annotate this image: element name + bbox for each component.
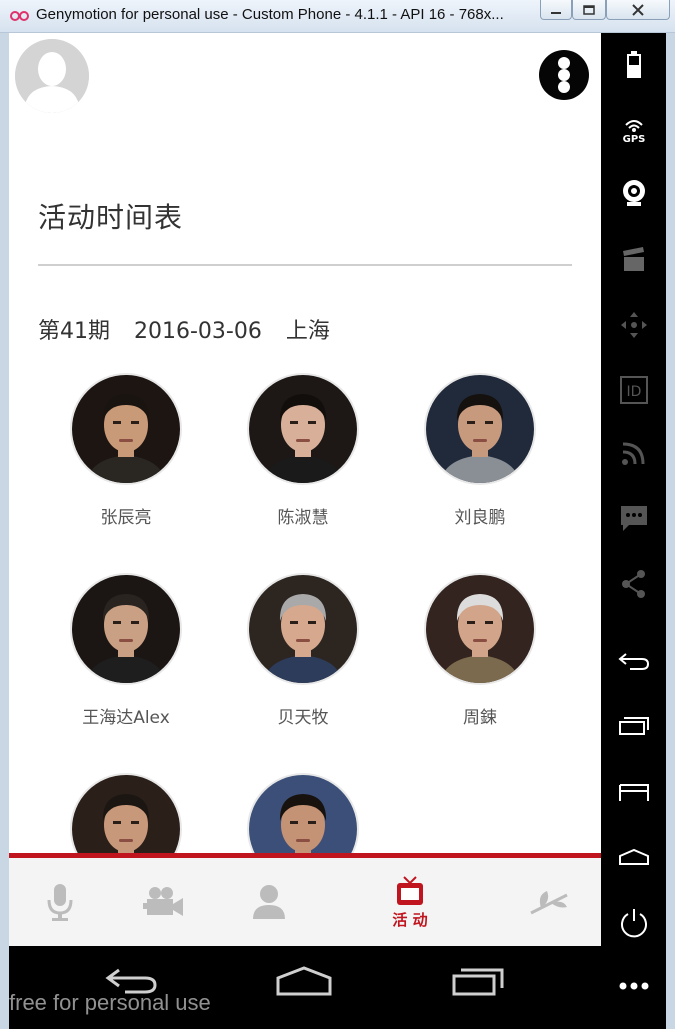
speaker-portrait-icon bbox=[249, 575, 357, 683]
speaker-card[interactable]: 王海达Alex bbox=[56, 575, 196, 728]
speaker-name: 刘良鹏 bbox=[454, 508, 506, 528]
sidebar-recent-apps[interactable] bbox=[601, 715, 666, 737]
sidebar-webcam[interactable] bbox=[601, 178, 666, 208]
gps-icon: GPS bbox=[622, 120, 645, 143]
event-city: 上海 bbox=[285, 319, 330, 344]
watermark-text: free for personal use bbox=[9, 990, 211, 1015]
default-user-icon bbox=[15, 39, 89, 113]
recent-apps-icon bbox=[618, 717, 649, 735]
more-icon bbox=[619, 982, 648, 990]
close-icon bbox=[632, 3, 644, 16]
window-title: Genymotion for personal use - Custom Pho… bbox=[36, 6, 504, 23]
title-divider bbox=[38, 264, 572, 266]
overflow-menu-button[interactable] bbox=[539, 50, 589, 100]
speaker-card[interactable]: 贝天牧 bbox=[233, 575, 373, 728]
sms-icon bbox=[620, 506, 647, 531]
sidebar-network[interactable] bbox=[601, 439, 666, 467]
speaker-portrait-icon bbox=[249, 375, 357, 483]
sidebar-share[interactable] bbox=[601, 569, 666, 599]
tab-video[interactable] bbox=[119, 858, 209, 946]
sidebar-battery[interactable] bbox=[601, 51, 666, 79]
bottom-tab-bar: 活 动 bbox=[9, 853, 601, 946]
window-frame-left bbox=[0, 33, 9, 1029]
window-frame-right bbox=[666, 33, 675, 1029]
rss-icon bbox=[621, 442, 644, 465]
speaker-photo bbox=[72, 575, 180, 683]
minimize-button[interactable] bbox=[540, 0, 572, 20]
power-icon bbox=[620, 909, 647, 938]
speaker-card[interactable]: 陈淑慧 bbox=[233, 375, 373, 528]
speaker-photo bbox=[249, 575, 357, 683]
gps-label: GPS bbox=[622, 134, 645, 143]
user-avatar[interactable] bbox=[15, 39, 89, 113]
window-titlebar: Genymotion for personal use - Custom Pho… bbox=[0, 0, 675, 33]
sidebar-back[interactable] bbox=[601, 651, 666, 673]
speaker-name: 周鋉 bbox=[463, 708, 497, 728]
sidebar-more[interactable] bbox=[601, 981, 666, 991]
menu-dot-icon bbox=[558, 57, 570, 69]
sidebar-capture[interactable] bbox=[601, 245, 666, 273]
menu-dot-icon bbox=[558, 69, 570, 81]
phone-screen: 活动时间表 第41期 2016-03-06 上海 张辰亮 陈淑慧 刘良鹏王海达Alex 贝… bbox=[9, 33, 601, 946]
menu-dot-icon bbox=[558, 81, 570, 93]
sidebar-home[interactable] bbox=[601, 847, 666, 867]
plant-icon bbox=[530, 891, 568, 915]
speaker-portrait-icon bbox=[72, 575, 180, 683]
sidebar-sms[interactable] bbox=[601, 503, 666, 533]
share-icon bbox=[621, 570, 645, 598]
sidebar-menu[interactable] bbox=[601, 783, 666, 803]
tv-icon bbox=[397, 875, 423, 905]
speaker-portrait-icon bbox=[426, 375, 534, 483]
speaker-name: 王海达Alex bbox=[82, 708, 170, 728]
clapperboard-icon bbox=[622, 247, 644, 271]
home-icon bbox=[618, 848, 649, 865]
back-icon bbox=[617, 653, 649, 670]
tab-events-label: 活 动 bbox=[392, 910, 428, 929]
dpad-icon bbox=[620, 312, 647, 338]
tab-person[interactable] bbox=[224, 858, 314, 946]
speaker-portrait-icon bbox=[72, 375, 180, 483]
nav-home-button[interactable] bbox=[275, 964, 333, 1002]
speaker-portrait-icon bbox=[426, 575, 534, 683]
page-title: 活动时间表 bbox=[38, 201, 184, 234]
sidebar-dpad[interactable] bbox=[601, 309, 666, 341]
speaker-name: 陈淑慧 bbox=[277, 508, 329, 528]
speaker-name: 张辰亮 bbox=[100, 508, 152, 528]
person-icon bbox=[253, 885, 285, 919]
event-header: 第41期 2016-03-06 上海 bbox=[38, 313, 354, 345]
genymotion-logo-icon bbox=[10, 11, 29, 21]
emulator-sidebar: GPS ID bbox=[601, 33, 666, 1029]
nav-recent-button[interactable] bbox=[451, 964, 505, 1002]
menu-icon bbox=[618, 784, 649, 801]
id-label: ID bbox=[626, 384, 641, 400]
speaker-card[interactable]: 刘良鹏 bbox=[410, 375, 550, 528]
android-nav-bar bbox=[9, 946, 601, 1029]
video-camera-icon bbox=[143, 887, 183, 916]
close-button[interactable] bbox=[606, 0, 670, 20]
event-issue: 第41期 bbox=[38, 319, 110, 344]
tab-mic[interactable] bbox=[15, 858, 105, 946]
speaker-photo bbox=[72, 375, 180, 483]
speaker-card[interactable]: 张辰亮 bbox=[56, 375, 196, 528]
id-icon: ID bbox=[619, 376, 648, 404]
home-icon bbox=[276, 966, 332, 996]
maximize-icon bbox=[583, 4, 595, 15]
maximize-button[interactable] bbox=[572, 0, 606, 20]
sidebar-power[interactable] bbox=[601, 907, 666, 939]
speaker-photo bbox=[426, 375, 534, 483]
speaker-card[interactable]: 周鋉 bbox=[410, 575, 550, 728]
speaker-photo bbox=[249, 375, 357, 483]
microphone-icon bbox=[47, 884, 73, 921]
recent-apps-icon bbox=[452, 968, 504, 996]
battery-icon bbox=[626, 51, 641, 78]
sidebar-device-id[interactable]: ID bbox=[601, 375, 666, 405]
tab-more[interactable] bbox=[504, 858, 594, 946]
speaker-photo bbox=[426, 575, 534, 683]
sidebar-gps[interactable]: GPS bbox=[601, 117, 666, 143]
webcam-icon bbox=[622, 180, 645, 206]
tab-events[interactable]: 活 动 bbox=[365, 858, 455, 946]
event-date: 2016-03-06 bbox=[134, 319, 262, 344]
speaker-name: 贝天牧 bbox=[277, 708, 329, 728]
minimize-icon bbox=[551, 11, 561, 14]
